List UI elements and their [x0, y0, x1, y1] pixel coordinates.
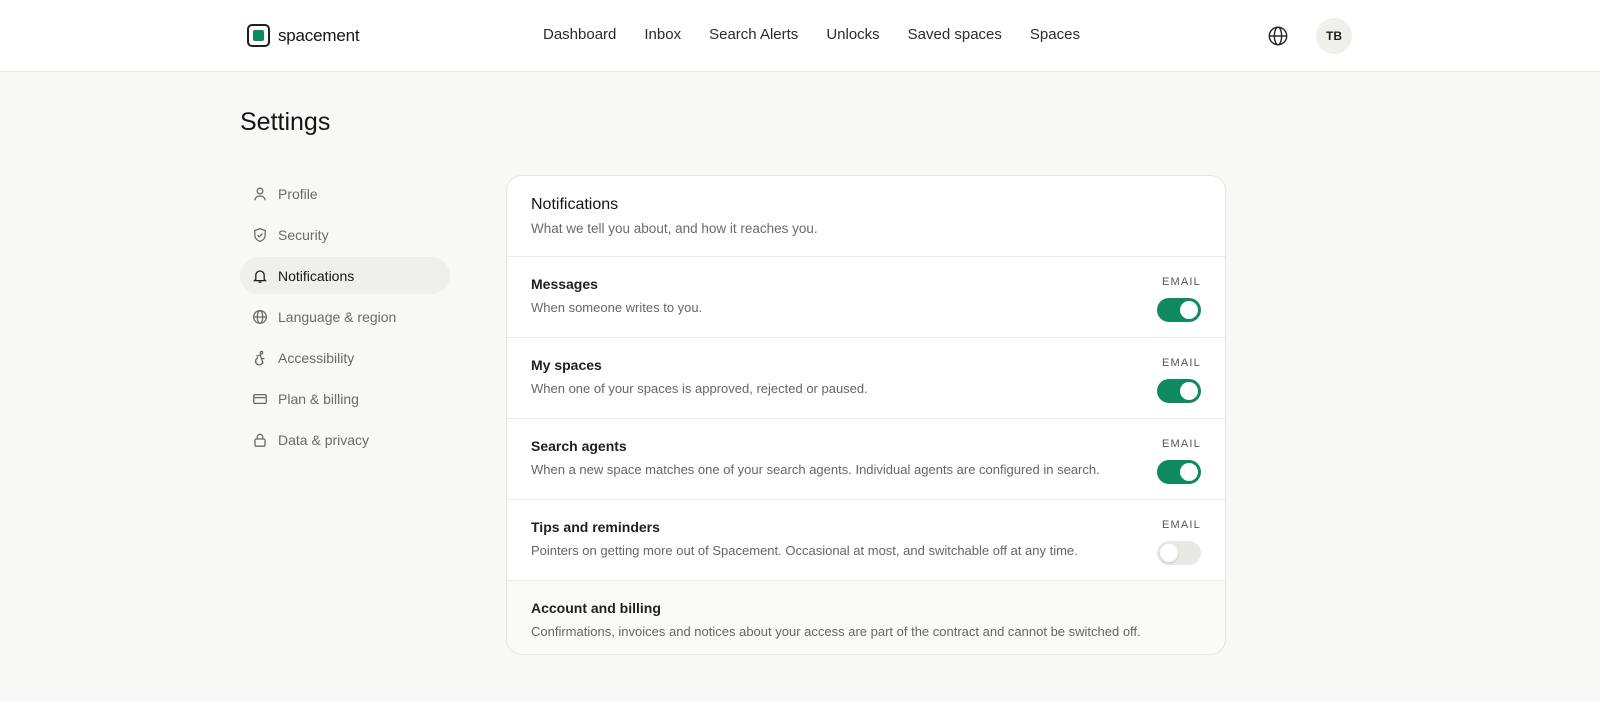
notifications-title: Notifications: [531, 196, 619, 213]
sidebar-item-language-region[interactable]: Language & region: [240, 298, 450, 335]
row-title: Account and billing: [531, 600, 661, 616]
brand-logo[interactable]: spacement: [247, 24, 360, 47]
nav-spaces[interactable]: Spaces: [1030, 26, 1080, 43]
globe-icon: [253, 309, 267, 324]
row-description: Confirmations, invoices and notices abou…: [531, 624, 1141, 639]
sidebar-item-label: Plan & billing: [278, 390, 359, 407]
nav-saved-spaces[interactable]: Saved spaces: [908, 26, 1002, 43]
row-title: Search agents: [531, 438, 627, 454]
channel-label: EMAIL: [1161, 438, 1201, 450]
messages-email-toggle[interactable]: [1157, 298, 1201, 322]
nav-unlocks[interactable]: Unlocks: [826, 26, 879, 43]
sidebar-item-notifications[interactable]: Notifications: [240, 257, 450, 294]
settings-sidebar: Profile Security Notifications Language …: [240, 175, 450, 462]
row-title: Tips and reminders: [531, 519, 660, 535]
sidebar-item-data-privacy[interactable]: Data & privacy: [240, 421, 450, 458]
channel-label: EMAIL: [1161, 357, 1201, 369]
sidebar-item-label: Security: [278, 226, 329, 243]
nav-inbox[interactable]: Inbox: [644, 26, 681, 43]
notifications-card: Notifications What we tell you about, an…: [506, 175, 1226, 655]
channel-label: EMAIL: [1161, 276, 1201, 288]
account-billing-row: Account and billing Confirmations, invoi…: [507, 581, 1225, 654]
sidebar-item-plan-billing[interactable]: Plan & billing: [240, 380, 450, 417]
credit-card-icon: [253, 393, 267, 404]
row-description: When someone writes to you.: [531, 300, 703, 315]
user-icon: [254, 187, 266, 200]
row-title: Messages: [531, 276, 598, 292]
user-avatar[interactable]: TB: [1316, 18, 1352, 54]
sidebar-item-label: Profile: [278, 185, 318, 202]
notifications-subtitle: What we tell you about, and how it reach…: [531, 221, 818, 236]
tips-reminders-email-toggle[interactable]: [1157, 541, 1201, 565]
notification-row-search-agents: Search agents When a new space matches o…: [507, 419, 1225, 500]
sidebar-item-profile[interactable]: Profile: [240, 175, 450, 212]
page-title: Settings: [240, 108, 331, 136]
nav-search-alerts[interactable]: Search Alerts: [709, 26, 798, 43]
notification-row-tips-reminders: Tips and reminders Pointers on getting m…: [507, 500, 1225, 581]
brand-name: spacement: [278, 25, 360, 45]
row-title: My spaces: [531, 357, 602, 373]
spacement-logo-icon: [247, 24, 270, 47]
row-description: When a new space matches one of your sea…: [531, 462, 1100, 477]
top-navigation-bar: spacement Dashboard Inbox Search Alerts …: [0, 0, 1600, 72]
notification-row-messages: Messages When someone writes to you. EMA…: [507, 257, 1225, 338]
sidebar-item-accessibility[interactable]: Accessibility: [240, 339, 450, 376]
row-description: Pointers on getting more out of Spacemen…: [531, 543, 1078, 558]
shield-icon: [254, 227, 266, 242]
sidebar-item-label: Accessibility: [278, 349, 355, 366]
sidebar-item-security[interactable]: Security: [240, 216, 450, 253]
language-globe-icon[interactable]: [1267, 25, 1289, 47]
bell-icon: [253, 269, 267, 283]
accessibility-icon: [254, 350, 265, 366]
sidebar-item-label: Notifications: [278, 267, 355, 284]
lock-icon: [254, 433, 266, 447]
main-nav: Dashboard Inbox Search Alerts Unlocks Sa…: [543, 26, 1080, 43]
notifications-card-header: Notifications What we tell you about, an…: [507, 176, 1225, 257]
sidebar-item-label: Data & privacy: [278, 431, 370, 448]
sidebar-item-label: Language & region: [278, 308, 397, 325]
row-description: When one of your spaces is approved, rej…: [531, 381, 868, 396]
search-agents-email-toggle[interactable]: [1157, 460, 1201, 484]
notification-row-my-spaces: My spaces When one of your spaces is app…: [507, 338, 1225, 419]
my-spaces-email-toggle[interactable]: [1157, 379, 1201, 403]
channel-label: EMAIL: [1161, 519, 1201, 531]
nav-dashboard[interactable]: Dashboard: [543, 26, 616, 43]
